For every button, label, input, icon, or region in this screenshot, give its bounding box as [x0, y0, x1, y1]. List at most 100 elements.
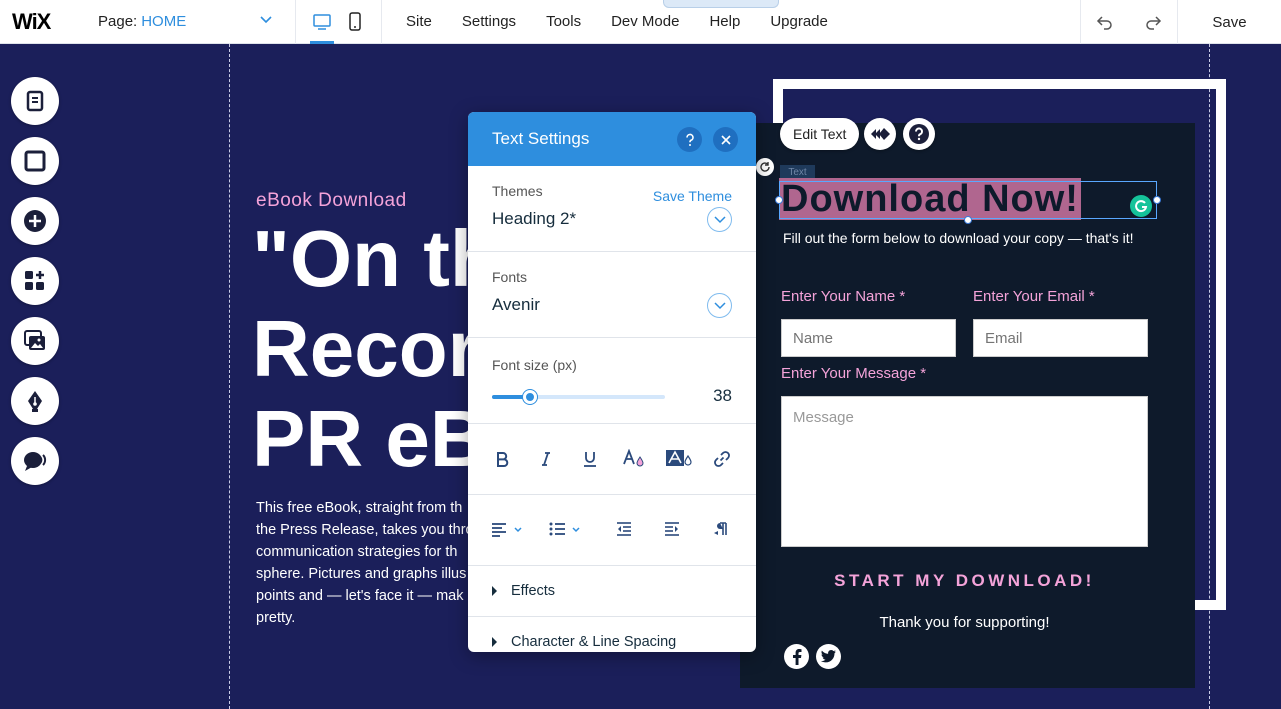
add-icon — [24, 210, 46, 232]
name-label: Enter Your Name * — [781, 288, 906, 305]
animation-button[interactable] — [864, 118, 896, 150]
text-direction-icon — [714, 522, 727, 535]
email-label: Enter Your Email * — [973, 288, 1095, 305]
desktop-view-button[interactable] — [310, 0, 335, 44]
spacing-expander[interactable]: Character & Line Spacing — [492, 634, 676, 650]
bold-button[interactable] — [488, 445, 516, 473]
increase-indent-icon — [665, 522, 679, 536]
bullet-list-icon — [549, 522, 580, 536]
selection-box[interactable] — [779, 181, 1157, 219]
blog-pen-icon — [28, 391, 42, 412]
menu-site[interactable]: Site — [406, 13, 432, 30]
text-direction-button[interactable] — [706, 515, 734, 543]
font-size-value[interactable]: 38 — [713, 386, 732, 406]
menu-settings[interactable]: Settings — [462, 13, 516, 30]
expand-arrow-icon — [492, 586, 497, 596]
ebook-download-label[interactable]: eBook Download — [256, 190, 407, 212]
rotate-icon — [760, 162, 770, 172]
wix-logo: WiX — [12, 8, 51, 34]
link-icon — [714, 451, 730, 467]
save-button[interactable]: Save — [1177, 0, 1281, 44]
text-color-button[interactable] — [620, 445, 648, 473]
background-icon — [24, 150, 46, 172]
effects-label: Effects — [511, 583, 556, 599]
rotate-handle[interactable] — [756, 158, 774, 176]
resize-handle-left[interactable] — [775, 196, 783, 204]
menu-dev-mode[interactable]: Dev Mode — [611, 13, 679, 30]
link-button[interactable] — [708, 445, 736, 473]
page-selector[interactable]: Page: HOME — [70, 0, 296, 44]
undo-button[interactable] — [1081, 0, 1129, 44]
sidebar-item-pages[interactable] — [11, 77, 59, 125]
sidebar-item-add[interactable] — [11, 197, 59, 245]
fonts-label: Fonts — [492, 269, 528, 285]
pages-icon — [26, 90, 44, 112]
download-subtitle[interactable]: Fill out the form below to download your… — [783, 231, 1155, 246]
list-dropdown[interactable] — [546, 515, 586, 543]
sidebar-item-bookings[interactable] — [11, 437, 59, 485]
effects-section[interactable]: Effects — [468, 566, 756, 617]
collapse-toolbar-tab[interactable] — [663, 0, 779, 8]
spacing-label: Character & Line Spacing — [511, 634, 677, 650]
wix-bookings-icon — [24, 452, 47, 471]
device-switcher — [296, 0, 382, 44]
increase-indent-button[interactable] — [658, 515, 686, 543]
align-left-icon — [492, 523, 522, 537]
grammarly-icon — [1135, 200, 1148, 213]
menu-tools[interactable]: Tools — [546, 13, 581, 30]
font-size-label: Font size (px) — [492, 357, 577, 373]
mobile-view-button[interactable] — [343, 0, 367, 44]
panel-close-button[interactable] — [713, 127, 738, 152]
facebook-link[interactable] — [784, 644, 809, 669]
email-input[interactable] — [973, 319, 1148, 357]
page-prefix: Page: — [98, 13, 138, 30]
sidebar-item-background[interactable] — [11, 137, 59, 185]
twitter-link[interactable] — [816, 644, 841, 669]
sidebar-item-blog[interactable] — [11, 377, 59, 425]
message-textarea[interactable]: Message — [781, 396, 1148, 547]
decrease-indent-button[interactable] — [610, 515, 638, 543]
redo-button[interactable] — [1129, 0, 1177, 44]
font-size-slider[interactable] — [492, 390, 665, 404]
font-value[interactable]: Avenir — [492, 295, 540, 315]
italic-button[interactable] — [532, 445, 560, 473]
expand-arrow-icon — [492, 637, 497, 647]
grammarly-button[interactable] — [1130, 195, 1152, 217]
fonts-section: Fonts Avenir — [468, 252, 756, 338]
font-size-section: Font size (px) — [468, 338, 756, 424]
spacing-section[interactable]: Character & Line Spacing — [468, 617, 756, 652]
question-icon — [685, 133, 694, 146]
resize-handle-bottom[interactable] — [964, 216, 972, 224]
themes-section: Themes Save Theme Heading 2* — [468, 166, 756, 252]
chevron-down-icon — [260, 15, 272, 23]
ebook-description[interactable]: This free eBook, straight from th the Pr… — [256, 497, 476, 629]
element-type-tag: Text — [780, 165, 815, 179]
resize-handle-right[interactable] — [1153, 196, 1161, 204]
chevron-down-icon — [713, 301, 726, 309]
alignment-dropdown[interactable] — [488, 515, 528, 543]
effects-expander[interactable]: Effects — [492, 583, 555, 599]
panel-help-button[interactable] — [677, 127, 702, 152]
sidebar-item-media[interactable] — [11, 317, 59, 365]
text-color-icon — [623, 449, 644, 467]
panel-title: Text Settings — [492, 129, 590, 148]
themes-dropdown-button[interactable] — [707, 207, 732, 232]
edit-text-button[interactable]: Edit Text — [780, 118, 860, 150]
underline-button[interactable] — [576, 445, 604, 473]
help-button[interactable] — [903, 118, 935, 150]
menu-upgrade[interactable]: Upgrade — [770, 13, 828, 30]
sidebar-item-add-apps[interactable] — [11, 257, 59, 305]
bold-icon — [497, 452, 509, 467]
mobile-icon — [349, 11, 361, 31]
thanks-message: Thank you for supporting! — [879, 614, 1050, 631]
highlight-color-button[interactable] — [664, 445, 694, 473]
menu-help[interactable]: Help — [709, 13, 740, 30]
name-input[interactable] — [781, 319, 956, 357]
start-download-button[interactable]: START MY DOWNLOAD! — [781, 566, 1148, 596]
fonts-dropdown-button[interactable] — [707, 293, 732, 318]
highlight-icon — [666, 450, 692, 466]
save-theme-link[interactable]: Save Theme — [653, 188, 732, 204]
theme-value[interactable]: Heading 2* — [492, 209, 576, 229]
slider-knob[interactable] — [523, 390, 537, 404]
italic-icon — [542, 452, 550, 466]
